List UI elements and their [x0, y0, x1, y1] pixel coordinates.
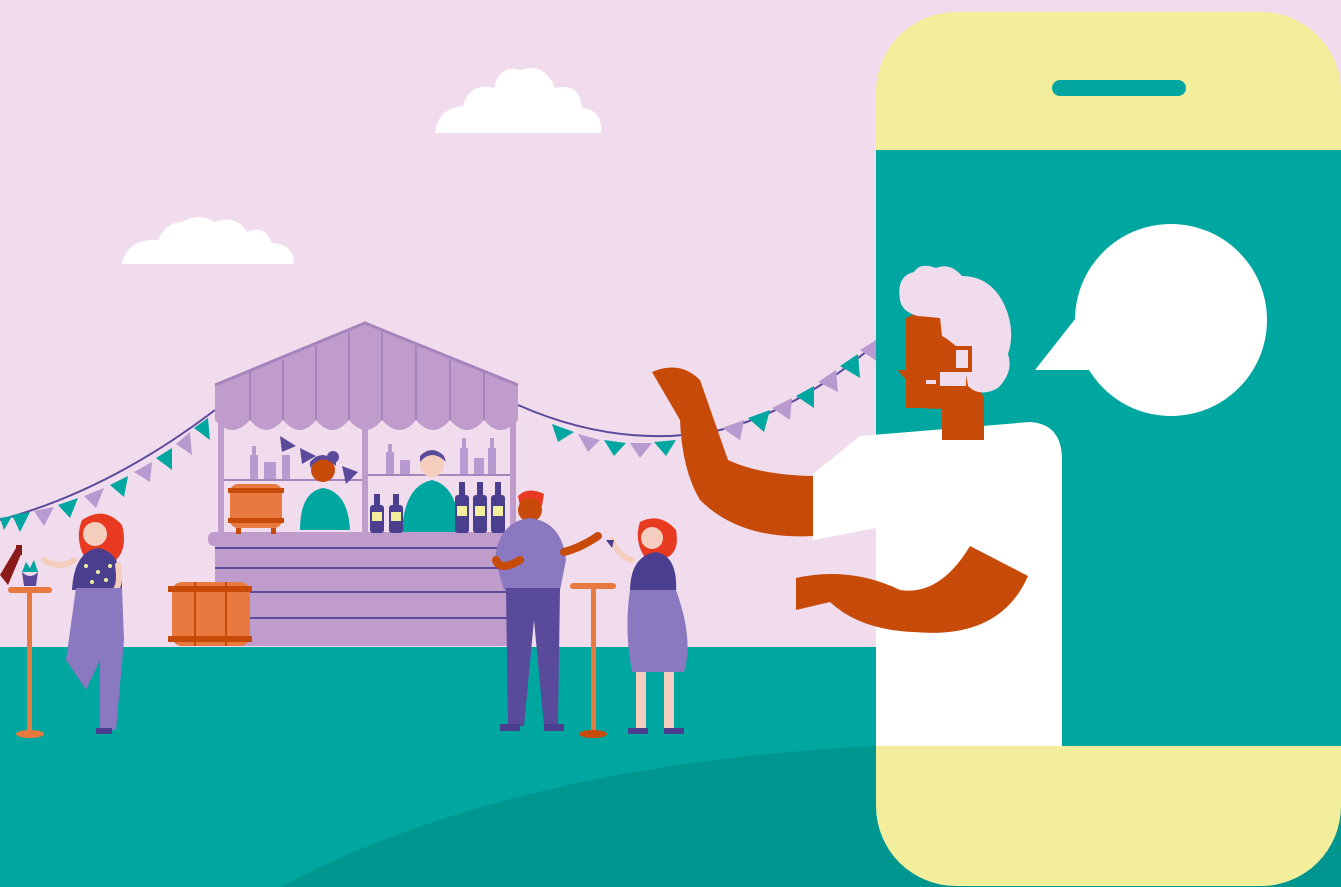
- barrel: [228, 484, 284, 534]
- illustration-scene: [0, 0, 1341, 887]
- barrel: [168, 582, 252, 646]
- phone-speaker-icon: [1052, 80, 1186, 96]
